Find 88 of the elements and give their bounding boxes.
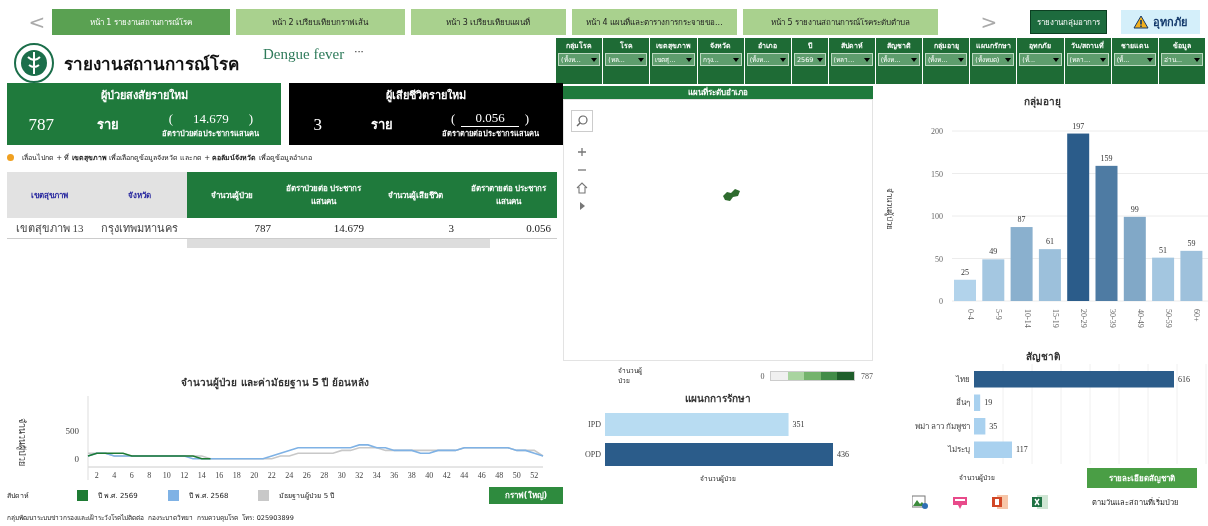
category-label: 10-14 xyxy=(1022,309,1032,328)
category-label: 5-9 xyxy=(994,309,1004,320)
value-label: 436 xyxy=(837,449,849,459)
axis-label: 14 xyxy=(197,471,206,480)
table-cell: เขตสุขภาพ 13 xyxy=(7,218,92,239)
axis-label: 150 xyxy=(931,169,943,179)
category-label: OPD xyxy=(585,449,601,459)
category-label: 0-4 xyxy=(966,309,975,320)
axis-label: 36 xyxy=(390,471,399,480)
axis-label: 6 xyxy=(129,471,134,480)
axis-label: 12 xyxy=(180,471,189,480)
axis-label: 34 xyxy=(372,471,381,480)
value-label: 59 xyxy=(1187,238,1196,248)
axis-label: 2 xyxy=(94,471,99,480)
card-title: ผู้เสียชีวิตรายใหม่ xyxy=(386,87,466,104)
value-label: 616 xyxy=(1178,374,1190,384)
axis-label: 200 xyxy=(931,127,943,136)
chart-title: กลุ่มอายุ xyxy=(1023,95,1062,109)
axis-label: 32 xyxy=(355,471,364,480)
card-unit: ราย xyxy=(97,116,120,134)
category-label: ไม่ระบุ xyxy=(948,445,970,455)
category-label: พม่า ลาว กัมพูชา xyxy=(915,421,970,431)
category-label: 20-29 xyxy=(1079,309,1089,328)
category-label: 15-19 xyxy=(1050,309,1060,328)
axis-label: 50 xyxy=(512,471,521,480)
axis-label: 46 xyxy=(477,471,486,480)
axis-label: 48 xyxy=(495,471,504,480)
value-label: 35 xyxy=(989,421,998,431)
value-label: 49 xyxy=(989,247,998,257)
category-label: อื่นๆ xyxy=(956,398,970,408)
category-label: ไทย xyxy=(956,374,970,384)
card-unit: ราย xyxy=(370,116,393,134)
report-title: รายงานสถานการณ์โรค xyxy=(64,52,239,76)
axis-label: 20 xyxy=(250,471,259,480)
value-label: 51 xyxy=(1159,245,1168,255)
bracket: ) xyxy=(248,110,254,127)
axis-label: 8 xyxy=(147,471,152,480)
card-rate: 0.056 xyxy=(461,110,519,127)
bracket: ( xyxy=(168,110,173,127)
axis-label: 0 xyxy=(939,297,943,306)
bracket: ( xyxy=(451,110,456,127)
axis-label: 18 xyxy=(232,471,241,480)
value-label: 117 xyxy=(1016,445,1028,455)
chart-title: สัญชาติ xyxy=(1024,350,1061,364)
map-title: แผนที่ระดับอำเภอ xyxy=(563,86,873,99)
value-label: 197 xyxy=(1072,121,1085,131)
value-label: 351 xyxy=(792,419,805,429)
chart-title: จำนวนผู้ป่วย และค่ามัธยฐาน 5 ปี ย้อนหลัง xyxy=(180,376,370,390)
category-label: 40-49 xyxy=(1135,309,1145,328)
value-label: 99 xyxy=(1130,204,1139,214)
axis-label: 30 xyxy=(337,471,346,480)
chart-title: แผนกการรักษา xyxy=(684,392,752,406)
value-label: 159 xyxy=(1100,153,1113,163)
category-label: 60+ xyxy=(1192,309,1202,322)
axis-label: 26 xyxy=(302,471,311,480)
table-cell: กรุงเทพมหานคร xyxy=(92,218,187,239)
axis-label: 42 xyxy=(442,471,451,480)
value-label: 25 xyxy=(961,267,969,277)
value-label: 87 xyxy=(1017,215,1026,225)
axis-label: 50 xyxy=(935,254,943,264)
card-value: 3 xyxy=(313,114,322,135)
category-label: 50-59 xyxy=(1164,309,1174,328)
legend-label: 787 xyxy=(861,371,873,381)
value-label: 19 xyxy=(984,398,993,408)
axis-title: จำนวนผู้ป่วย xyxy=(17,418,27,466)
axis-label: 52 xyxy=(530,471,539,480)
axis-label: 44 xyxy=(460,471,469,480)
disease-name: Dengue fever xyxy=(263,46,345,63)
axis-label: 10 xyxy=(162,471,171,480)
axis-title: จำนวนผู้ป่วย xyxy=(885,188,894,230)
axis-label: 22 xyxy=(267,471,276,480)
axis-label: 38 xyxy=(407,471,416,480)
axis-label: 100 xyxy=(931,212,943,221)
axis-label: 40 xyxy=(425,471,434,480)
legend-label: 0 xyxy=(760,371,765,381)
category-label: 30-39 xyxy=(1107,309,1117,328)
axis-label: 16 xyxy=(215,471,224,480)
card-rate: 14.679 xyxy=(192,110,230,127)
axis-label: 0 xyxy=(74,453,79,464)
axis-label: 500 xyxy=(65,426,79,437)
card-value: 787 xyxy=(28,114,55,135)
axis-label: 24 xyxy=(285,471,294,480)
value-label: 61 xyxy=(1045,237,1054,247)
bracket: ) xyxy=(524,110,530,127)
axis-label: 4 xyxy=(112,471,117,480)
axis-label: 28 xyxy=(320,471,329,480)
category-label: IPD xyxy=(588,419,601,429)
card-title: ผู้ป่วยสงสัยรายใหม่ xyxy=(100,87,188,104)
